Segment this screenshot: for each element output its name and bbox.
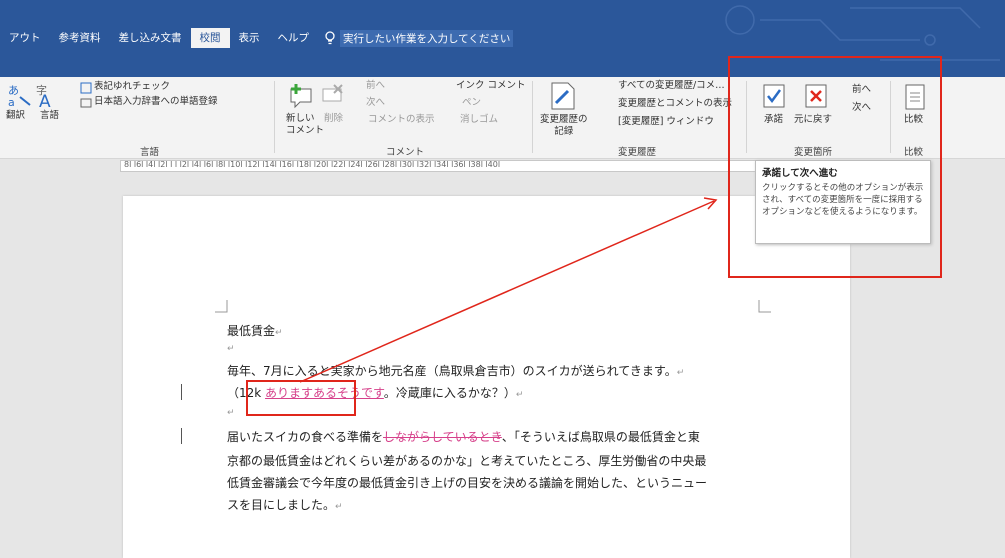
annotation-arrow	[299, 197, 718, 383]
